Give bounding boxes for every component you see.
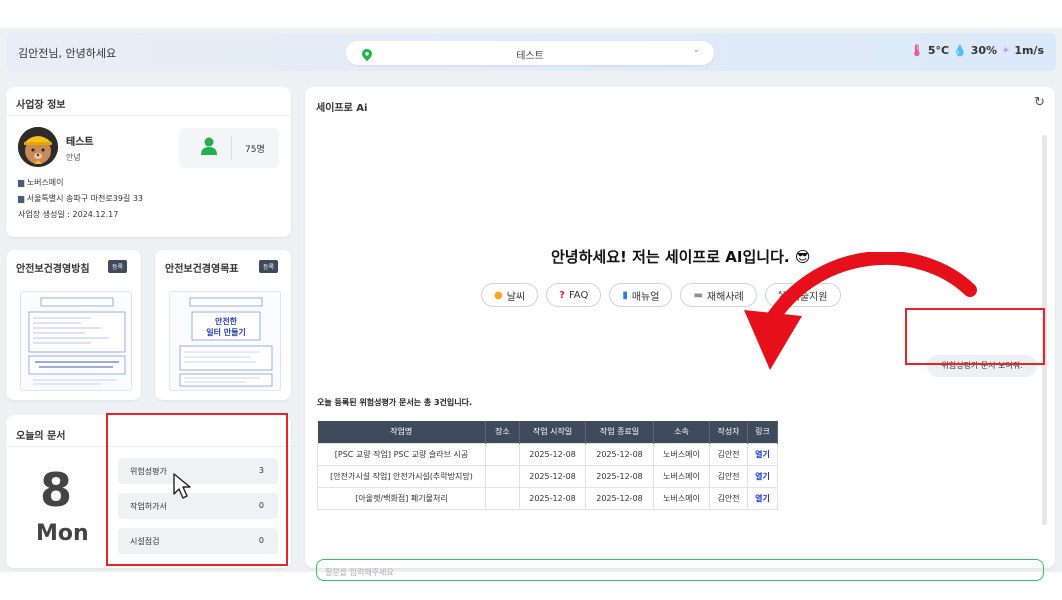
chat-input-box[interactable]: [316, 559, 1044, 583]
question-icon: ?: [559, 289, 565, 301]
workplace-name: 테스트: [66, 137, 94, 148]
chip-faq[interactable]: ? FAQ: [546, 283, 602, 307]
thermometer-icon: 🌡: [909, 44, 924, 57]
column-header: 작업 시작일: [519, 421, 586, 443]
chip-weather[interactable]: ● 날씨: [481, 283, 539, 307]
company-line: ▆ 노버스메이: [18, 177, 64, 188]
table-cell: [485, 486, 520, 510]
result-table: 작업명 장소 작업 시작일 작업 종료일 소속 작성자 링크 [PSC 교량 작…: [317, 421, 778, 510]
annotation-arrow-icon: [744, 252, 977, 370]
table-cell: 2025-12-08: [519, 442, 586, 466]
chip-label: FAQ: [568, 289, 589, 301]
table-cell: 2025-12-08: [585, 486, 654, 510]
day-number: 8: [40, 463, 73, 517]
goal-thumb-text: 일터 만들기: [206, 327, 246, 337]
sun-icon: ●: [494, 289, 503, 301]
column-header: 작업 종료일: [585, 421, 654, 443]
site-select-value: 테스트: [516, 51, 544, 62]
column-header: 링크: [747, 421, 778, 443]
mouse-cursor-icon: [173, 473, 191, 499]
register-badge[interactable]: 등록: [259, 260, 279, 273]
column-header: 작업명: [317, 421, 486, 443]
workplace-info-card: 사업장 정보 테스트 안녕 75명 ▆ 노버스메이 ▆ 서울특별시 송파구 마천…: [6, 87, 291, 237]
book-icon: ▮: [622, 289, 628, 301]
policy-document-thumbnail[interactable]: [20, 291, 132, 391]
chevron-down-icon: ⌄: [692, 45, 700, 55]
news-icon: ▬: [693, 289, 703, 301]
goal-document-thumbnail[interactable]: 안전한 일터 만들기: [169, 291, 281, 391]
building-icon: ▆: [18, 178, 25, 187]
temperature: 5°C: [927, 44, 950, 57]
divider: [231, 136, 232, 160]
open-link[interactable]: 열기: [747, 442, 778, 466]
table-cell: [485, 442, 520, 466]
top-bar: 김안전님, 안녕하세요 테스트 ⌄ 🌡 5°C 💧 30% ✦ 1m/s: [6, 33, 1056, 71]
result-message: 오늘 등록된 위험성평가 문서는 총 3건입니다.: [317, 398, 473, 407]
table-cell: [485, 464, 520, 488]
table-cell: 2025-12-08: [585, 442, 654, 466]
today-documents-title: 오늘의 문서: [16, 431, 66, 442]
day-name: Mon: [36, 521, 89, 546]
chat-input[interactable]: [317, 562, 1043, 583]
table-cell: [PSC 교량 작업] PSC 교량 슬라브 시공: [317, 442, 486, 466]
table-cell: 노버스메이: [653, 442, 710, 466]
table-cell: [안전가시설 작업] 안전가시설(추락방지망): [317, 464, 486, 488]
created-date: 사업장 생성일 : 2024.12.17: [18, 210, 119, 219]
workplace-greeting: 안녕: [66, 153, 81, 162]
user-icon: [201, 137, 217, 159]
workplace-info-title: 사업장 정보: [16, 100, 66, 111]
table-cell: 2025-12-08: [519, 464, 586, 488]
droplet-icon: 💧: [953, 44, 967, 57]
avatar: [18, 127, 58, 167]
address-line: ▆ 서울특별시 송파구 마천로39길 33: [18, 193, 143, 204]
table-header-row: 작업명 장소 작업 시작일 작업 종료일 소속 작성자 링크: [317, 421, 778, 443]
column-header: 장소: [485, 421, 520, 443]
address: 서울특별시 송파구 마천로39길 33: [26, 194, 144, 203]
goal-card[interactable]: 안전보건경영목표 등록 안전한 일터 만들기: [155, 250, 291, 400]
open-link[interactable]: 열기: [747, 464, 778, 488]
chat-title: 세이프로 Ai: [316, 103, 368, 114]
chip-label: 날씨: [506, 291, 526, 303]
goal-title: 안전보건경영목표: [165, 264, 239, 275]
company-name: 노버스메이: [26, 178, 64, 187]
table-cell: 2025-12-08: [585, 464, 654, 488]
wind-speed: 1m/s: [1014, 44, 1044, 57]
table-row: [PSC 교량 작업] PSC 교량 슬라브 시공 2025-12-08 202…: [317, 442, 778, 466]
chip-manual[interactable]: ▮ 매뉴얼: [609, 283, 673, 307]
column-header: 작성자: [709, 421, 748, 443]
table-cell: 김안전: [709, 486, 748, 510]
wind-icon: ✦: [1001, 44, 1011, 57]
worker-count: 75명: [245, 145, 265, 155]
register-badge[interactable]: 등록: [108, 260, 128, 273]
open-link[interactable]: 열기: [747, 486, 778, 510]
weather-info: 🌡 5°C 💧 30% ✦ 1m/s: [910, 44, 1044, 57]
policy-title: 안전보건경영방침: [16, 264, 90, 275]
building-icon: ▆: [18, 194, 25, 203]
greeting-text: 김안전님, 안녕하세요: [18, 47, 117, 60]
table-row: [안전가시설 작업] 안전가시설(추락방지망) 2025-12-08 2025-…: [317, 464, 778, 488]
humidity: 30%: [970, 44, 998, 57]
worker-count-box: 75명: [179, 128, 279, 168]
chip-label: 매뉴얼: [631, 291, 660, 303]
table-cell: 김안전: [709, 464, 748, 488]
table-cell: 김안전: [709, 442, 748, 466]
policy-card[interactable]: 안전보건경영방침 등록: [6, 250, 141, 400]
table-cell: 노버스메이: [653, 464, 710, 488]
divider: [6, 115, 291, 116]
table-cell: [아울렛/백화점] 폐기물처리: [317, 486, 486, 510]
refresh-icon[interactable]: ↻: [1034, 95, 1045, 110]
table-row: [아울렛/백화점] 폐기물처리 2025-12-08 2025-12-08 노버…: [317, 486, 778, 510]
goal-thumb-text: 안전한: [215, 316, 238, 326]
table-cell: 노버스메이: [653, 486, 710, 510]
table-cell: 2025-12-08: [519, 486, 586, 510]
chip-label: 재해사례: [706, 291, 744, 303]
column-header: 소속: [653, 421, 710, 443]
site-select[interactable]: 테스트 ⌄: [346, 41, 714, 65]
